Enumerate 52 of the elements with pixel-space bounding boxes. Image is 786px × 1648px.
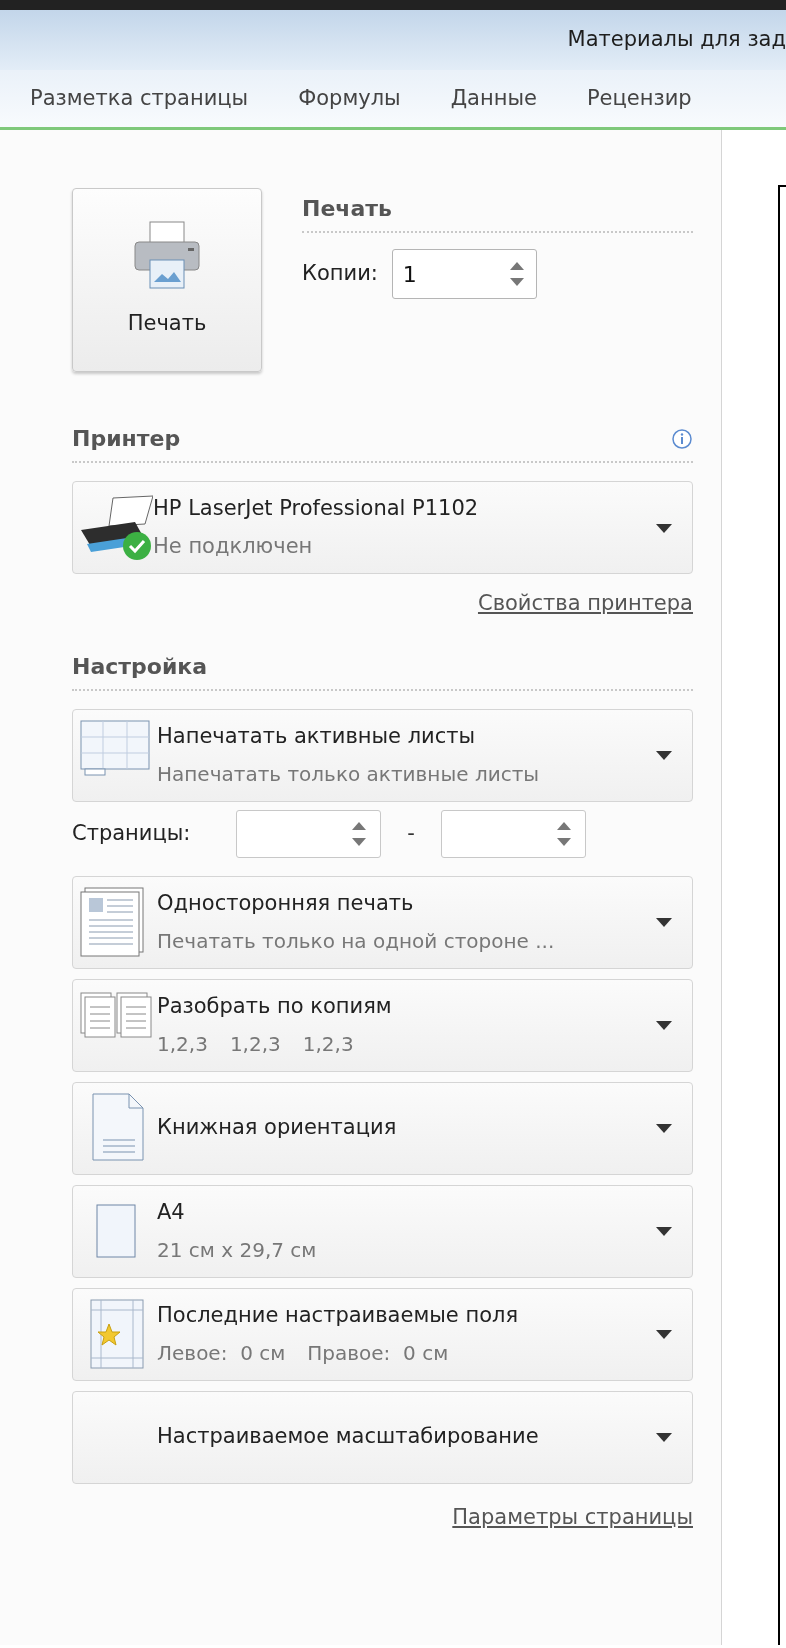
option-subtitle: 1,2,3 xyxy=(229,1030,281,1058)
caret-icon xyxy=(654,1019,674,1031)
section-heading: Принтер xyxy=(72,425,181,453)
printer-properties-link[interactable]: Свойства принтера xyxy=(477,588,693,620)
page-number-field[interactable] xyxy=(236,809,381,858)
option-subtitle: 1,2,3 xyxy=(302,1030,354,1058)
info-icon xyxy=(671,427,693,450)
settings-dropdown[interactable]: Напечатать активные листы Напечатать только активные листы xyxy=(72,708,693,802)
settings-dropdown[interactable]: Книжная ориентация xyxy=(72,1081,693,1175)
copies-field[interactable]: 1 xyxy=(391,249,537,299)
caret-icon xyxy=(654,916,674,928)
option-subtitle: 1,2,3 xyxy=(157,1030,208,1058)
copies-label: Копии: xyxy=(302,260,378,288)
page-setup-link[interactable]: Параметры страницы xyxy=(452,1501,693,1533)
settings-dropdown[interactable]: A4 21 см x 29,7 см xyxy=(72,1184,693,1278)
range-dash: - xyxy=(406,819,416,847)
page-number-field[interactable] xyxy=(441,809,586,858)
option-title: Односторонняя печать xyxy=(157,890,415,918)
settings-dropdown[interactable]: Последние настраиваемые поля Левое: 0 см Правое: 0 см xyxy=(72,1287,693,1381)
settings-dropdown[interactable]: Настраиваемое масштабирование xyxy=(72,1390,693,1484)
window-title: Материалы для зад xyxy=(567,26,786,54)
caret-icon xyxy=(654,1431,674,1443)
caret-icon xyxy=(654,521,674,534)
print-button[interactable]: Печать xyxy=(72,188,262,372)
caret-icon xyxy=(654,1122,674,1134)
printer-name: HP LaserJet Professional P1102 xyxy=(153,495,480,522)
option-title: Напечатать активные листы xyxy=(157,723,477,751)
settings-dropdown[interactable]: Односторонняя печать Печатать только на одной стороне ... xyxy=(72,875,693,969)
option-title: Книжная ориентация xyxy=(157,1114,398,1142)
printer-dropdown[interactable]: HP LaserJet Professional P1102 Не подключен xyxy=(72,481,693,574)
option-title: Настраиваемое масштабирование xyxy=(157,1423,540,1451)
option-subtitle: 21 см x 29,7 см xyxy=(157,1236,317,1264)
option-subtitle: Печатать только на одной стороне ... xyxy=(157,927,555,955)
option-subtitle: Левое: 0 см xyxy=(157,1339,286,1367)
ribbon-tab[interactable]: Данные xyxy=(450,82,537,115)
section-heading: Печать xyxy=(302,195,392,223)
option-subtitle: Напечатать только активные листы xyxy=(157,760,540,788)
section-heading: Настройка xyxy=(72,652,208,681)
option-title: Последние настраиваемые поля xyxy=(157,1302,520,1330)
ribbon-tab[interactable]: Формулы xyxy=(298,82,401,115)
option-title: Разобрать по копиям xyxy=(157,993,393,1021)
settings-dropdown[interactable]: Разобрать по копиям 1,2,3 1,2,3 1,2,3 xyxy=(72,978,693,1072)
caret-icon xyxy=(654,1225,674,1237)
caret-icon xyxy=(654,1328,674,1340)
option-subtitle: Правое: 0 см xyxy=(307,1339,449,1367)
ribbon-tab[interactable]: Разметка страницы xyxy=(30,82,249,115)
ribbon-tab[interactable]: Рецензир xyxy=(586,82,692,115)
option-title: A4 xyxy=(157,1199,186,1227)
printer-icon xyxy=(133,220,201,291)
printer-status: Не подключен xyxy=(153,532,314,560)
caret-icon xyxy=(654,749,674,761)
pages-label: Страницы: xyxy=(72,819,192,847)
